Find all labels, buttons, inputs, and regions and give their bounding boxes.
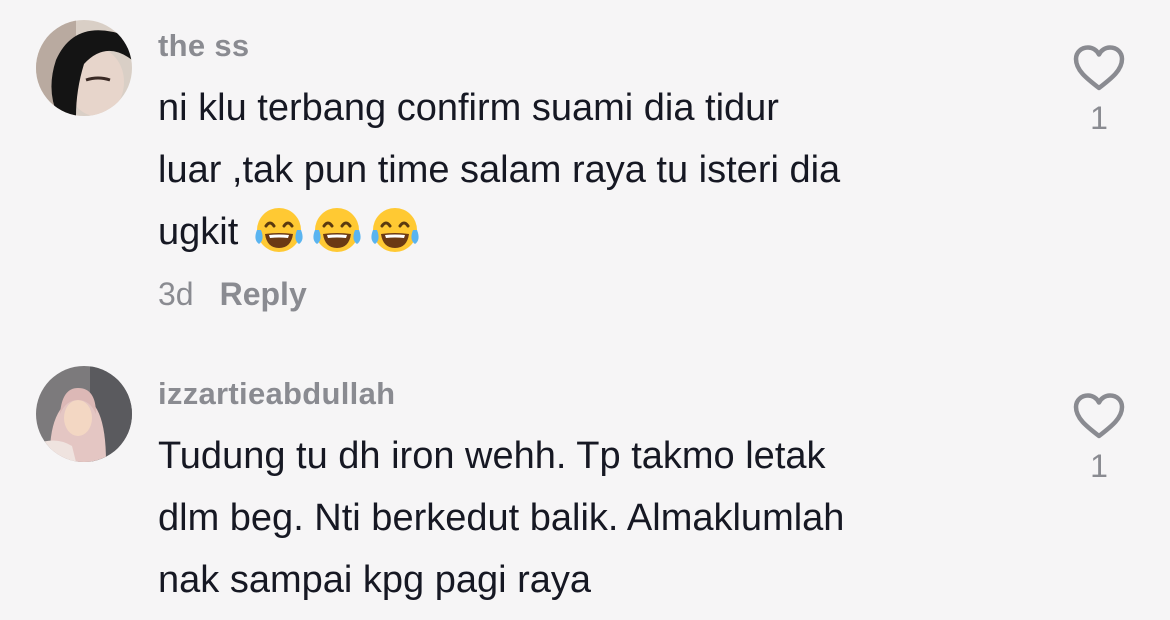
comment-age: 3d (158, 276, 194, 312)
avatar-photo-icon (36, 366, 132, 462)
comment-text-line: Tudung tu dh iron wehh. Tp takmo letak (158, 435, 826, 477)
avatar[interactable] (36, 366, 132, 462)
comment-text-line: luar ,tak pun time salam raya tu isteri … (158, 149, 841, 191)
comment-text: ni klu terbang confirm suami dia tidur l… (158, 77, 978, 263)
comment-text-line: ni klu terbang confirm suami dia tidur (158, 87, 779, 129)
comment-text-fragment: ugkit (158, 211, 239, 253)
face-with-tears-of-joy-icon (313, 208, 361, 252)
reply-button[interactable]: Reply (220, 276, 307, 312)
like-count: 1 (1090, 448, 1108, 484)
like-button[interactable]: 1 (1070, 44, 1128, 137)
like-button[interactable]: 1 (1070, 392, 1128, 485)
comment-meta: 3d Reply (158, 276, 307, 313)
avatar-photo-icon (36, 20, 132, 116)
comment-text: Tudung tu dh iron wehh. Tp takmo letak d… (158, 425, 978, 611)
comment-username[interactable]: izzartieabdullah (158, 376, 395, 412)
comment-text-line: dlm beg. Nti berkedut balik. Almaklumlah (158, 497, 845, 539)
heart-outline-icon (1073, 45, 1125, 91)
comment-username[interactable]: the ss (158, 28, 249, 64)
comment-text-line: nak sampai kpg pagi raya (158, 559, 592, 601)
heart-outline-icon (1073, 393, 1125, 439)
avatar[interactable] (36, 20, 132, 116)
face-with-tears-of-joy-icon (255, 208, 303, 252)
face-with-tears-of-joy-icon (371, 208, 419, 252)
like-count: 1 (1090, 100, 1108, 136)
emoji-group (249, 208, 423, 253)
comment-text-line: ugkit (158, 201, 978, 263)
